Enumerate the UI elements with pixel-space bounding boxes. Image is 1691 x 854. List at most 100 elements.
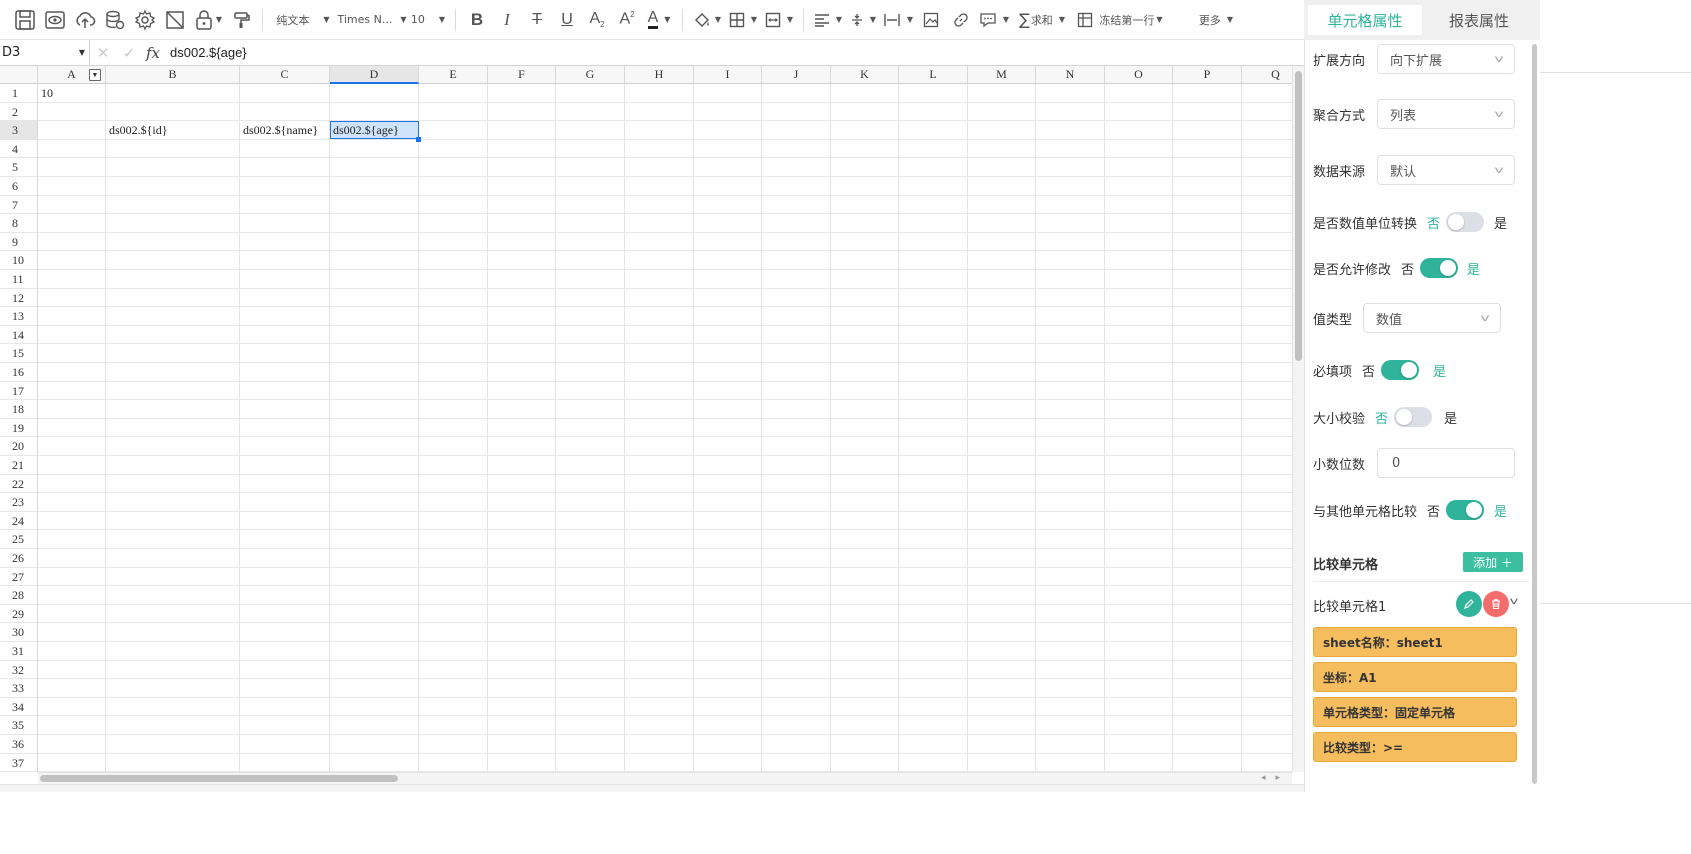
decimals-input[interactable]: 0 bbox=[1377, 448, 1515, 478]
column-header[interactable]: I bbox=[694, 66, 762, 84]
fill-color-icon[interactable]: ▼ bbox=[689, 4, 725, 36]
tab-report-properties[interactable]: 报表属性 bbox=[1422, 5, 1536, 35]
size-check-switch[interactable] bbox=[1394, 407, 1433, 427]
column-header[interactable]: O bbox=[1105, 66, 1173, 84]
row-header[interactable]: 27 bbox=[0, 567, 38, 587]
freeze-first-row-button[interactable]: 冻结第一行 ▼ bbox=[1072, 4, 1168, 36]
merge-cells-icon[interactable]: ▼ bbox=[761, 4, 797, 36]
horizontal-scrollbar[interactable]: ◂▸ bbox=[38, 772, 1292, 784]
row-header[interactable]: 36 bbox=[0, 735, 38, 754]
function-icon[interactable]: fx bbox=[142, 44, 164, 62]
cell-c3[interactable]: ds002.${name} bbox=[240, 121, 330, 139]
row-header[interactable]: 21 bbox=[0, 456, 38, 475]
row-header[interactable]: 7 bbox=[0, 195, 38, 215]
upload-icon[interactable] bbox=[70, 4, 100, 36]
edit-icon[interactable] bbox=[1456, 591, 1482, 617]
vertical-align-icon[interactable]: ▼ bbox=[846, 4, 880, 36]
confirm-icon[interactable]: ✓ bbox=[116, 44, 142, 62]
add-compare-button[interactable]: 添加 ＋ bbox=[1463, 552, 1523, 572]
underline-icon[interactable]: U bbox=[552, 4, 582, 36]
column-width-icon[interactable]: ▼ bbox=[880, 4, 916, 36]
formula-input[interactable]: ds002.${age} bbox=[170, 45, 247, 60]
row-header[interactable]: 11 bbox=[0, 270, 38, 289]
column-header[interactable]: F bbox=[488, 66, 556, 84]
column-header[interactable]: C bbox=[240, 66, 330, 84]
select-all-corner[interactable] bbox=[0, 66, 38, 84]
row-header[interactable]: 32 bbox=[0, 660, 38, 680]
superscript-icon[interactable]: A2 bbox=[612, 4, 642, 36]
row-header[interactable]: 26 bbox=[0, 549, 38, 568]
row-header[interactable]: 23 bbox=[0, 493, 38, 512]
row-header[interactable]: 8 bbox=[0, 214, 38, 233]
chevron-down-icon[interactable]: v bbox=[1510, 596, 1519, 607]
row-header[interactable]: 12 bbox=[0, 288, 38, 308]
compare-other-switch[interactable] bbox=[1446, 500, 1485, 520]
row-header[interactable]: 34 bbox=[0, 697, 38, 717]
panel-scrollbar[interactable] bbox=[1530, 40, 1540, 792]
column-header[interactable]: H bbox=[625, 66, 694, 84]
row-header[interactable]: 5 bbox=[0, 158, 38, 177]
row-header[interactable]: 19 bbox=[0, 418, 38, 438]
row-header[interactable]: 30 bbox=[0, 623, 38, 642]
row-header[interactable]: 22 bbox=[0, 474, 38, 494]
cell-b3[interactable]: ds002.${id} bbox=[106, 121, 240, 139]
row-header[interactable]: 31 bbox=[0, 642, 38, 661]
gear-icon[interactable] bbox=[130, 4, 160, 36]
required-switch[interactable] bbox=[1381, 360, 1420, 380]
image-icon[interactable] bbox=[916, 4, 946, 36]
bold-icon[interactable]: B bbox=[462, 4, 492, 36]
allow-edit-switch[interactable] bbox=[1420, 258, 1459, 278]
spreadsheet-grid[interactable]: A B C D E F G H I J K L M N O P Q ▼ 1 2 3 4 5 6 7 8 9 10 11 12 13 14 15 1… bbox=[0, 66, 1292, 772]
data-source-select[interactable]: 默认 v bbox=[1377, 155, 1515, 185]
row-header[interactable]: 29 bbox=[0, 604, 38, 624]
row-header[interactable]: 20 bbox=[0, 437, 38, 456]
scroll-thumb[interactable] bbox=[40, 775, 398, 782]
subscript-icon[interactable]: A2 bbox=[582, 4, 612, 36]
row-header[interactable]: 18 bbox=[0, 400, 38, 419]
row-header[interactable]: 13 bbox=[0, 307, 38, 326]
column-header[interactable]: E bbox=[419, 66, 488, 84]
cell-reference-box[interactable]: D3 ▼ bbox=[0, 39, 90, 66]
row-header[interactable]: 9 bbox=[0, 232, 38, 252]
column-header[interactable]: D bbox=[330, 66, 419, 84]
more-button[interactable]: 更多 ▼ bbox=[1188, 4, 1244, 36]
column-header[interactable]: P bbox=[1173, 66, 1242, 84]
font-family-select[interactable]: Times N... ▼ bbox=[337, 4, 407, 36]
preview-icon[interactable] bbox=[40, 4, 70, 36]
row-header[interactable]: 16 bbox=[0, 363, 38, 382]
italic-icon[interactable]: I bbox=[492, 4, 522, 36]
cell-format-select[interactable]: 纯文本 ▼ bbox=[269, 4, 337, 36]
format-painter-icon[interactable] bbox=[226, 4, 256, 36]
cancel-icon[interactable]: ✕ bbox=[90, 44, 116, 62]
row-header[interactable]: 35 bbox=[0, 716, 38, 735]
row-header[interactable]: 28 bbox=[0, 586, 38, 605]
row-header[interactable]: 24 bbox=[0, 511, 38, 531]
scroll-thumb[interactable] bbox=[1295, 71, 1302, 361]
strikethrough-icon[interactable]: T bbox=[522, 4, 552, 36]
expand-direction-select[interactable]: 向下扩展 v bbox=[1377, 44, 1515, 74]
column-header[interactable]: L bbox=[899, 66, 968, 84]
diagonal-border-icon[interactable] bbox=[160, 4, 190, 36]
column-header[interactable]: G bbox=[556, 66, 625, 84]
font-size-select[interactable]: 10 ▼ bbox=[407, 4, 449, 36]
cell-d3[interactable]: ds002.${age} bbox=[330, 121, 419, 140]
lock-icon[interactable]: ▼ bbox=[190, 4, 226, 36]
save-icon[interactable] bbox=[10, 4, 40, 36]
row-header[interactable]: 37 bbox=[0, 753, 38, 772]
border-icon[interactable]: ▼ bbox=[725, 4, 761, 36]
sum-button[interactable]: ∑ 求和 ▼ bbox=[1012, 4, 1072, 36]
scroll-arrows[interactable]: ◂▸ bbox=[1261, 773, 1290, 783]
scroll-thumb[interactable] bbox=[1532, 44, 1537, 784]
database-icon[interactable] bbox=[100, 4, 130, 36]
column-header[interactable]: B bbox=[106, 66, 240, 84]
row-header[interactable]: 25 bbox=[0, 530, 38, 549]
row-header[interactable]: 14 bbox=[0, 325, 38, 345]
column-header[interactable]: M bbox=[968, 66, 1036, 84]
aggregate-select[interactable]: 列表 v bbox=[1377, 99, 1515, 129]
fill-handle[interactable] bbox=[416, 136, 421, 142]
font-color-icon[interactable]: A ▼ bbox=[642, 4, 676, 36]
value-type-select[interactable]: 数值 v bbox=[1363, 303, 1501, 333]
cell-a1[interactable]: 10 bbox=[38, 84, 106, 102]
tab-cell-properties[interactable]: 单元格属性 bbox=[1308, 5, 1422, 35]
row-header[interactable]: 15 bbox=[0, 344, 38, 363]
